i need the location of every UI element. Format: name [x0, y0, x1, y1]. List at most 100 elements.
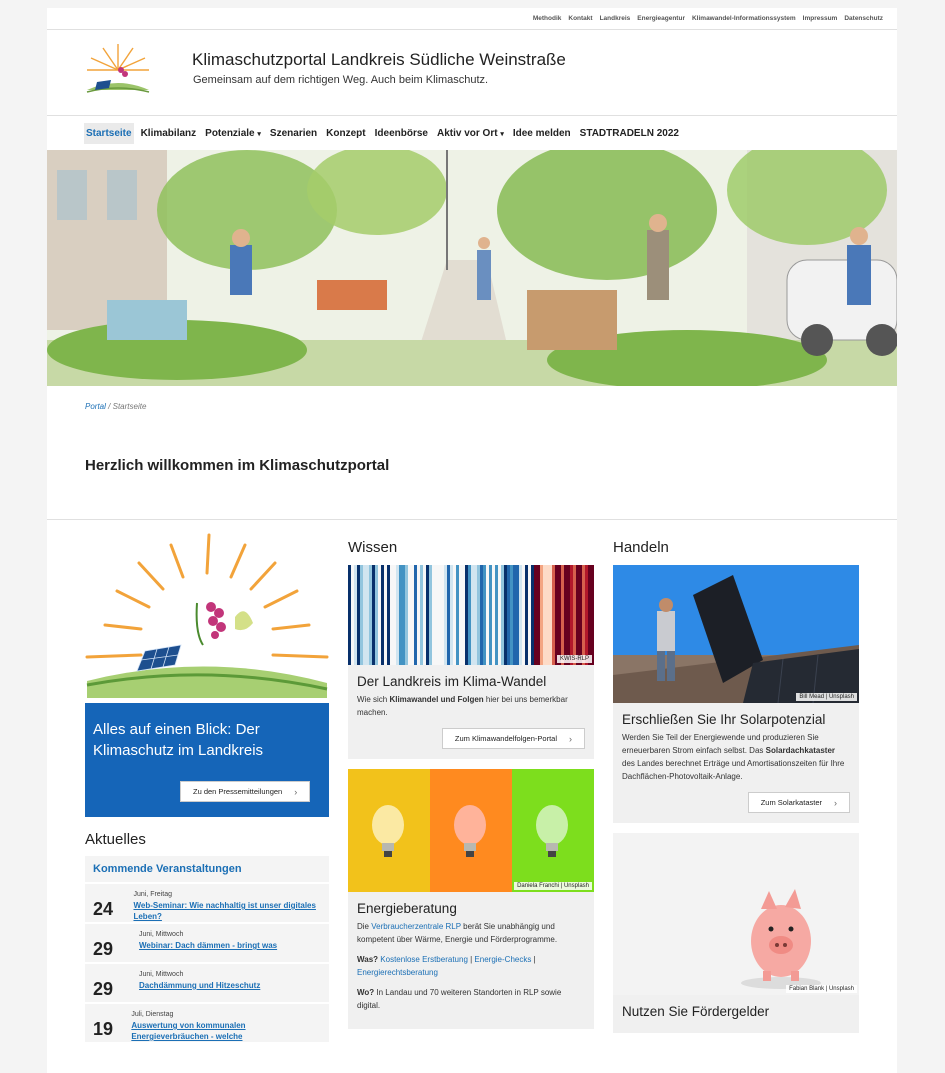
solar-card: Bill Mead | Unsplash Erschließen Sie Ihr… — [613, 565, 859, 823]
event-link[interactable]: Auswertung von kommunalen Energieverbräu… — [131, 1020, 321, 1042]
warming-stripe — [468, 565, 472, 665]
nav-potenziale[interactable]: Potenziale ▾ — [203, 123, 263, 144]
top-nav-impressum[interactable]: Impressum — [803, 15, 838, 22]
warming-stripe — [546, 565, 550, 665]
solar-panel-icon — [613, 565, 859, 703]
warming-stripe — [372, 565, 376, 665]
breadcrumb: Portal / Startseite — [85, 402, 146, 411]
nav-idee-label: Idee melden — [512, 128, 571, 139]
warming-stripe — [441, 565, 445, 665]
chevron-right-icon: › — [569, 733, 572, 744]
warming-stripe — [360, 565, 364, 665]
energierechtsberatung-link[interactable]: Energierechtsberatung — [357, 968, 438, 977]
erstberatung-link[interactable]: Kostenlose Erstberatung — [380, 955, 468, 964]
warming-stripe — [357, 565, 361, 665]
wo-label: Wo? — [357, 988, 375, 997]
warming-stripe — [366, 565, 370, 665]
nav-stadtradeln[interactable]: STADTRADELN 2022 — [578, 123, 681, 144]
warming-stripe — [573, 565, 577, 665]
top-nav-datenschutz[interactable]: Datenschutz — [844, 15, 883, 22]
breadcrumb-portal[interactable]: Portal — [85, 402, 106, 411]
site-subtitle: Gemeinsam auf dem richtigen Weg. Auch be… — [193, 74, 489, 86]
event-link[interactable]: Dachdämmung und Hitzeschutz — [139, 980, 260, 991]
warming-stripe — [474, 565, 478, 665]
warming-stripe — [435, 565, 439, 665]
card-text-part: des Landes berechnet Erträge und Amortis… — [622, 759, 845, 781]
event-item: 24 Juni, Freitag Web-Seminar: Wie nachha… — [85, 884, 329, 924]
warming-stripe — [387, 565, 391, 665]
warming-stripe — [570, 565, 574, 665]
top-nav-kwis[interactable]: Klimawandel-Informationssystem — [692, 15, 796, 22]
warming-stripe — [429, 565, 433, 665]
card-body: Nutzen Sie Fördergelder — [613, 995, 859, 1033]
caret-down-icon: ▾ — [500, 131, 504, 138]
energieberatung-card: Daniela Franchi | Unsplash Energieberatu… — [348, 769, 594, 1029]
event-item: 19 Juli, Dienstag Auswertung von kommuna… — [85, 1004, 329, 1044]
breadcrumb-separator: / — [108, 402, 111, 411]
nav-klimabilanz-label: Klimabilanz — [140, 128, 197, 139]
events-heading[interactable]: Kommende Veranstaltungen — [85, 856, 329, 884]
warming-stripe — [567, 565, 571, 665]
card-title: Erschließen Sie Ihr Solarpotenzial — [622, 712, 826, 727]
klimawandel-portal-button[interactable]: Zum Klimawandelfolgen-Portal › — [441, 728, 585, 749]
warming-stripe — [405, 565, 409, 665]
nav-aktiv-vor-ort[interactable]: Aktiv vor Ort ▾ — [435, 123, 506, 144]
card-button-row: Zum Klimawandelfolgen-Portal › — [357, 728, 585, 749]
nav-stadtradeln-label: STADTRADELN 2022 — [579, 128, 679, 139]
hero-illustration — [47, 150, 897, 386]
warming-stripe — [471, 565, 475, 665]
warming-stripe — [585, 565, 589, 665]
top-nav-landkreis[interactable]: Landkreis — [600, 15, 631, 22]
warming-stripe — [510, 565, 514, 665]
warming-stripes-image: KWIS-RLP — [348, 565, 594, 665]
warming-stripe — [456, 565, 460, 665]
warming-stripe — [489, 565, 493, 665]
warming-stripe — [525, 565, 529, 665]
energie-checks-link[interactable]: Energie-Checks — [474, 955, 531, 964]
card-text-part: Die — [357, 922, 372, 931]
nav-startseite[interactable]: Startseite — [84, 123, 134, 144]
divider — [47, 519, 897, 520]
card-text-bold: Solardachkataster — [765, 746, 836, 755]
piggy-bank-icon — [613, 833, 859, 995]
warming-stripe — [390, 565, 394, 665]
site-logo[interactable] — [83, 40, 153, 102]
event-link[interactable]: Webinar: Dach dämmen - bringt was — [139, 940, 277, 951]
warming-stripe — [477, 565, 481, 665]
warming-stripe — [558, 565, 562, 665]
warming-stripe — [555, 565, 559, 665]
solarkataster-button[interactable]: Zum Solarkataster › — [747, 792, 850, 813]
event-link[interactable]: Web-Seminar: Wie nachhaltig ist unser di… — [133, 900, 321, 922]
warming-stripe — [396, 565, 400, 665]
warming-stripe — [354, 565, 358, 665]
top-nav-energieagentur[interactable]: Energieagentur — [637, 15, 685, 22]
was-label: Was? — [357, 955, 379, 964]
warming-stripe — [498, 565, 502, 665]
warming-stripes — [348, 565, 594, 665]
press-teaser: Alles auf einen Blick: Der Klimaschutz i… — [85, 703, 329, 817]
verbraucherzentrale-link[interactable]: Verbraucherzentrale RLP — [371, 922, 461, 931]
nav-ideenboerse[interactable]: Ideenbörse — [373, 123, 430, 144]
warming-stripe — [438, 565, 442, 665]
card-text-part: In Landau und 70 weiteren Standorten in … — [357, 988, 562, 1010]
image-credit: Daniela Franchi | Unsplash — [514, 882, 592, 890]
nav-szenarien[interactable]: Szenarien — [268, 123, 319, 144]
nav-startseite-label: Startseite — [86, 128, 132, 139]
nav-klimabilanz[interactable]: Klimabilanz — [139, 123, 199, 144]
top-nav-methodik[interactable]: Methodik — [533, 15, 562, 22]
wissen-column: Wissen KWIS-RLP Der Landkreis im Klima-W… — [348, 539, 594, 1039]
press-releases-button[interactable]: Zu den Pressemitteilungen › — [180, 781, 311, 802]
warming-stripe — [531, 565, 535, 665]
warming-stripe — [519, 565, 523, 665]
top-nav-kontakt[interactable]: Kontakt — [568, 15, 592, 22]
nav-szenarien-label: Szenarien — [269, 128, 318, 139]
warming-stripe — [426, 565, 430, 665]
handeln-column: Handeln Bill Mead | Unsplash Erschließen… — [613, 539, 859, 1043]
warming-stripe — [495, 565, 499, 665]
nav-ideenboerse-label: Ideenbörse — [374, 128, 428, 139]
card-text-bold: Klimawandel und Folgen — [389, 695, 484, 704]
nav-konzept[interactable]: Konzept — [324, 123, 367, 144]
wissen-heading: Wissen — [348, 539, 398, 556]
nav-idee-melden[interactable]: Idee melden — [511, 123, 573, 144]
image-credit: KWIS-RLP — [556, 655, 592, 663]
